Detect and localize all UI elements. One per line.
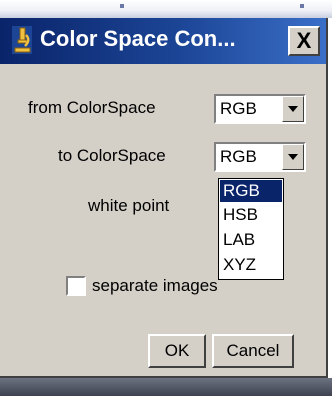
colorspace-dropdown-list: RGB HSB LAB XYZ (218, 178, 284, 280)
ok-button[interactable]: OK (148, 334, 206, 368)
dropdown-option-hsb[interactable]: HSB (220, 204, 282, 226)
background-mark (300, 4, 304, 8)
separate-images-label: separate images (92, 276, 218, 295)
color-space-dialog: Color Space Con... X from ColorSpace RGB… (0, 18, 328, 378)
dialog-title: Color Space Con... (40, 26, 236, 51)
title-bar[interactable]: Color Space Con... X (0, 18, 326, 64)
chevron-down-icon[interactable] (282, 144, 304, 170)
dropdown-option-lab[interactable]: LAB (220, 229, 282, 251)
background-window-strip (0, 0, 332, 18)
dropdown-option-rgb[interactable]: RGB (220, 180, 282, 202)
close-icon: X (296, 28, 312, 53)
to-colorspace-value: RGB (220, 147, 257, 166)
dropdown-option-xyz[interactable]: XYZ (220, 254, 282, 276)
separate-images-checkbox[interactable] (66, 276, 86, 296)
background-mark (120, 4, 124, 8)
chevron-down-icon[interactable] (282, 96, 304, 122)
to-colorspace-label: to ColorSpace (58, 146, 166, 165)
from-colorspace-label: from ColorSpace (28, 98, 156, 117)
background-window-strip (0, 378, 332, 396)
to-colorspace-select[interactable]: RGB (214, 142, 306, 172)
from-colorspace-value: RGB (220, 99, 257, 118)
microscope-icon (12, 26, 32, 54)
from-colorspace-select[interactable]: RGB (214, 94, 306, 124)
white-point-label: white point (88, 196, 170, 215)
cancel-button[interactable]: Cancel (212, 334, 294, 368)
close-button[interactable]: X (288, 26, 320, 56)
